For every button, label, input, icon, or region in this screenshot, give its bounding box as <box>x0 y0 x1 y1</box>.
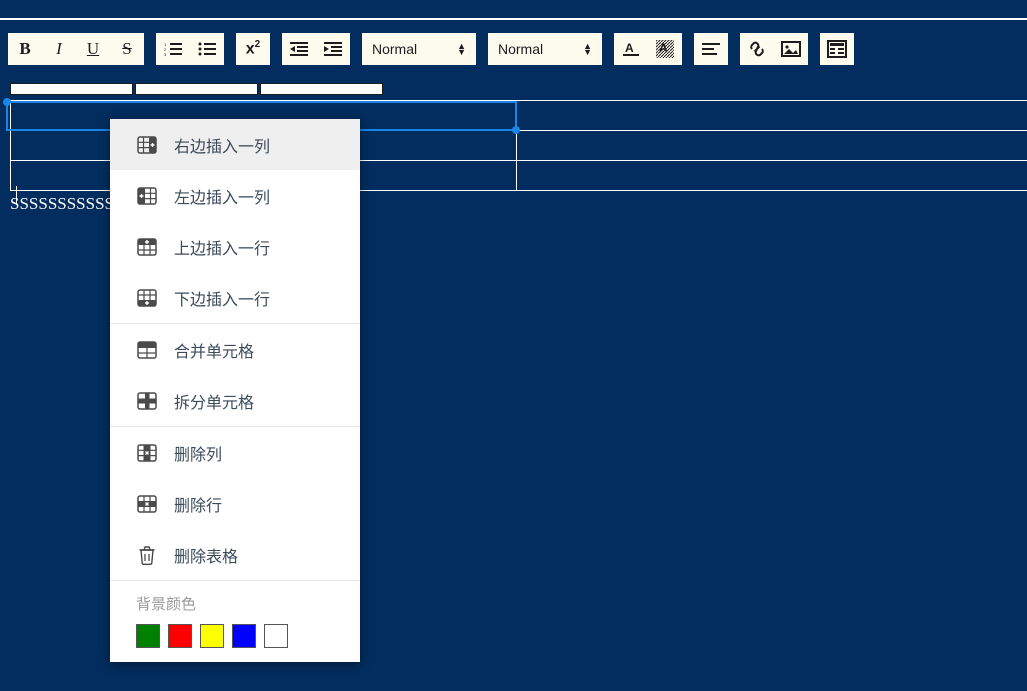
italic-icon: I <box>56 39 62 58</box>
background-color-title: 背景颜色 <box>136 595 197 613</box>
menu-item-label: 合并单元格 <box>174 341 255 361</box>
italic-button[interactable]: I <box>42 33 76 65</box>
column-resize-handles <box>10 83 383 95</box>
column-handle-3[interactable] <box>260 83 383 95</box>
toolbar-group-table <box>820 33 854 65</box>
text-color-icon: A <box>621 39 641 59</box>
menu-item-label: 删除行 <box>174 495 223 515</box>
swatch-green[interactable] <box>136 624 160 648</box>
font-size-value: Normal <box>372 41 418 57</box>
superscript-icon: x2 <box>245 39 261 58</box>
menu-insert-row-above[interactable]: 上边插入一行 <box>110 221 360 272</box>
merge-cells-icon <box>136 339 158 361</box>
bullet-list-button[interactable] <box>190 33 224 65</box>
toolbar-group-text-style: B I U S <box>8 33 144 65</box>
chevron-updown-icon: ▲ ▼ <box>583 41 592 57</box>
svg-text:A: A <box>625 41 634 55</box>
insert-row-above-icon <box>136 236 158 258</box>
heading-value: Normal <box>498 41 544 57</box>
column-handle-2[interactable] <box>135 83 258 95</box>
menu-item-label: 左边插入一列 <box>174 187 271 207</box>
font-size-select[interactable]: Normal ▲ ▼ <box>362 33 476 65</box>
link-icon <box>747 39 767 59</box>
underline-button[interactable]: U <box>76 33 110 65</box>
background-color-swatches <box>136 624 360 648</box>
toolbar-group-insert <box>740 33 808 65</box>
insert-row-below-icon <box>136 287 158 309</box>
toolbar-group-align <box>694 33 728 65</box>
toolbar-group-lists: 123 <box>156 33 224 65</box>
app-root: B I U S 123 x2 Normal ▲ ▼ Normal ▲ ▼ A A… <box>0 0 1027 691</box>
table-cell[interactable] <box>516 100 1027 131</box>
table-icon <box>827 40 847 58</box>
swatch-yellow[interactable] <box>200 624 224 648</box>
split-cells-icon <box>136 390 158 412</box>
swatch-red[interactable] <box>168 624 192 648</box>
underline-icon: U <box>86 39 100 58</box>
image-icon <box>781 41 801 57</box>
delete-row-icon <box>136 493 158 515</box>
editor-toolbar: B I U S 123 x2 Normal ▲ ▼ Normal ▲ ▼ A A <box>0 20 1027 78</box>
chevron-updown-icon: ▲ ▼ <box>457 41 466 57</box>
background-color-button[interactable]: A <box>648 33 682 65</box>
insert-column-right-icon <box>136 134 158 156</box>
menu-delete-row[interactable]: 删除行 <box>110 478 360 529</box>
strikethrough-button[interactable]: S <box>110 33 144 65</box>
superscript-button[interactable]: x2 <box>236 33 270 65</box>
menu-insert-column-right[interactable]: 右边插入一列 <box>110 119 360 170</box>
indent-button[interactable] <box>316 33 350 65</box>
background-color-icon: A <box>655 39 675 59</box>
heading-select[interactable]: Normal ▲ ▼ <box>488 33 602 65</box>
text-color-button[interactable]: A <box>614 33 648 65</box>
outdent-icon <box>290 41 308 57</box>
column-handle-1[interactable] <box>10 83 133 95</box>
menu-item-label: 右边插入一列 <box>174 136 271 156</box>
link-button[interactable] <box>740 33 774 65</box>
menu-merge-cells[interactable]: 合并单元格 <box>110 324 360 375</box>
bold-icon: B <box>19 39 31 58</box>
outdent-button[interactable] <box>282 33 316 65</box>
swatch-blue[interactable] <box>232 624 256 648</box>
swatch-white[interactable] <box>264 624 288 648</box>
background-color-section: 背景颜色 <box>110 581 360 662</box>
bullet-list-icon <box>198 41 216 57</box>
delete-column-icon <box>136 442 158 464</box>
image-button[interactable] <box>774 33 808 65</box>
toolbar-group-color: A A <box>614 33 682 65</box>
menu-insert-column-left[interactable]: 左边插入一列 <box>110 170 360 221</box>
table-context-menu[interactable]: 右边插入一列 左边插入一列 上边插入一行 下边插入一行 合并单元格 拆分单元格 … <box>110 119 360 662</box>
toolbar-group-indent <box>282 33 350 65</box>
align-left-button[interactable] <box>694 33 728 65</box>
insert-table-button[interactable] <box>820 33 854 65</box>
menu-insert-row-below[interactable]: 下边插入一行 <box>110 272 360 323</box>
svg-text:3: 3 <box>164 52 167 57</box>
ordered-list-icon: 123 <box>164 41 182 57</box>
menu-delete-column[interactable]: 删除列 <box>110 427 360 478</box>
insert-column-left-icon <box>136 185 158 207</box>
toolbar-group-script: x2 <box>236 33 270 65</box>
trash-icon <box>136 544 158 566</box>
menu-delete-table[interactable]: 删除表格 <box>110 529 360 580</box>
ordered-list-button[interactable]: 123 <box>156 33 190 65</box>
align-left-icon <box>702 42 720 56</box>
menu-item-label: 上边插入一行 <box>174 238 271 258</box>
menu-item-label: 删除表格 <box>174 546 239 566</box>
strikethrough-icon: S <box>122 39 132 58</box>
indent-icon <box>324 41 342 57</box>
svg-text:A: A <box>659 41 668 55</box>
bold-button[interactable]: B <box>8 33 42 65</box>
menu-item-label: 下边插入一行 <box>174 289 271 309</box>
table-cell[interactable] <box>516 160 1027 191</box>
menu-split-cells[interactable]: 拆分单元格 <box>110 375 360 426</box>
table-cell[interactable] <box>516 130 1027 161</box>
menu-item-label: 删除列 <box>174 444 223 464</box>
menu-item-label: 拆分单元格 <box>174 392 255 412</box>
